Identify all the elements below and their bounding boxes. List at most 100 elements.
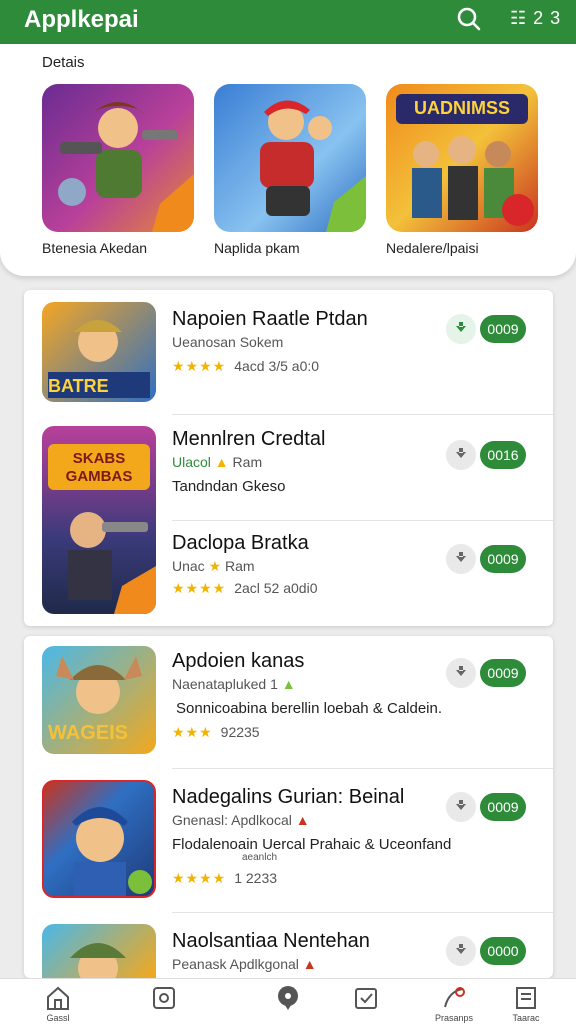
app-thumb-3[interactable]: WAGEIS: [42, 646, 156, 754]
app-rating: ★★★★ 4acd 3/5 a0:0: [172, 358, 319, 375]
download-arrow-icon: [456, 666, 466, 676]
profile-icon: [444, 987, 465, 1008]
featured-label-2[interactable]: Naplida pkam: [214, 240, 300, 256]
nav-profile[interactable]: Prasanps: [424, 985, 484, 1024]
app-subtitle: Ulacol ▲ Ram: [172, 454, 262, 470]
home-icon: [47, 986, 69, 1010]
download-button[interactable]: [446, 440, 476, 470]
nav-home[interactable]: Gassl: [28, 985, 88, 1024]
menu-button[interactable]: ☷ 2 3: [510, 8, 561, 29]
download-arrow-icon: [456, 322, 466, 332]
featured-title: Detais: [42, 54, 85, 71]
featured-art-2: [260, 100, 366, 232]
app-name[interactable]: Daclopa Bratka: [172, 532, 309, 555]
featured-art-1: [58, 102, 194, 232]
app-name[interactable]: Nadegalins Gurian: Beinal: [172, 786, 404, 809]
bottom-navigation: Gassl Prasanps Taarac: [0, 978, 576, 1024]
star-rating-icon: ★★★★: [172, 580, 227, 596]
price-button[interactable]: 0009: [480, 315, 526, 343]
app-name[interactable]: Apdoien kanas: [172, 650, 304, 673]
app-subtitle: Gnenasl: Apdlkocal ▲: [172, 812, 310, 828]
app-subtitle-text: Peanask Apdlkgonal: [172, 956, 299, 972]
download-button[interactable]: [446, 314, 476, 344]
app-art-4: [72, 807, 152, 896]
nav-label: Gassl: [46, 1013, 70, 1023]
download-arrow-icon: [456, 552, 466, 562]
menu-badge-count: 2 3: [533, 8, 562, 28]
app-rating-text: 2acl 52 a0di0: [234, 580, 318, 596]
featured-tile-2[interactable]: [214, 84, 366, 232]
app-name[interactable]: Mennlren Credtal: [172, 428, 325, 451]
games-icon: [153, 987, 175, 1009]
app-description: Flodalenoain Uercal Prahaic & Uceonfand: [172, 836, 452, 853]
nav-library[interactable]: Taarac: [496, 985, 556, 1024]
app-subtitle-text-2: Ram: [225, 558, 255, 574]
app-rating: ★★★★ 2acl 52 a0di0: [172, 580, 318, 597]
app-name[interactable]: Naolsantiaa Nentehan: [172, 930, 370, 953]
download-button[interactable]: [446, 792, 476, 822]
app-rating: ★★★ 92235: [172, 724, 260, 741]
download-arrow-icon: [456, 448, 466, 458]
price-button[interactable]: 0016: [480, 441, 526, 469]
app-rating-text: 4acd 3/5 a0:0: [234, 358, 320, 374]
app-thumb-1[interactable]: BATRE: [42, 302, 156, 402]
nav-location[interactable]: [258, 985, 318, 1024]
row-divider: [172, 520, 553, 521]
download-arrow-icon: [456, 944, 466, 954]
nav-label: Taarac: [512, 1013, 540, 1023]
app-subtitle-text: Ram: [232, 454, 263, 470]
app-description: Sonnicoabina berellin loebah & Caldein.: [176, 700, 443, 717]
badge-icon: ▲: [302, 956, 317, 972]
featured-section: Detais UADNIMSS Btenesia Akedan Naplida …: [0, 44, 576, 276]
featured-tile-3-title: UADNIMSS: [413, 98, 510, 118]
app-thumb-3-text: WAGEIS: [48, 722, 129, 744]
badge-icon: ▲: [295, 812, 310, 828]
price-button[interactable]: 0009: [480, 545, 526, 573]
app-subtitle-accent: Ulacol: [172, 454, 211, 470]
app-subtitle-text: Unac: [172, 558, 205, 574]
app-name[interactable]: Napoien Raatle Ptdan: [172, 308, 368, 331]
menu-icon: ☷: [510, 8, 528, 28]
app-subtitle: Peanask Apdlkgonal ▲: [172, 956, 317, 972]
row-divider: [172, 912, 553, 913]
nav-label: Prasanps: [434, 1013, 474, 1023]
star-rating-icon: ★★★★: [172, 358, 227, 374]
app-subtitle: Unac ★ Ram: [172, 558, 255, 575]
nav-games[interactable]: [134, 985, 194, 1024]
updates-icon: [355, 988, 377, 1009]
featured-label-1[interactable]: Btenesia Akedan: [42, 240, 147, 256]
badge-icon: ▲: [214, 454, 229, 470]
badge-icon: ★: [208, 558, 222, 574]
app-description: Tandndan Gkeso: [172, 478, 286, 495]
download-arrow-icon: [456, 800, 466, 810]
price-button[interactable]: 0000: [480, 937, 526, 965]
app-subtitle: Ueanosan Sokem: [172, 334, 284, 350]
app-thumb-2[interactable]: SKABS GAMBAS: [42, 426, 156, 614]
download-button[interactable]: [446, 658, 476, 688]
app-rating-text: 1 2233: [234, 870, 278, 886]
app-title: Applkepai: [24, 6, 139, 33]
star-rating-icon: ★★★: [172, 724, 213, 740]
nav-updates[interactable]: [336, 985, 396, 1024]
download-button[interactable]: [446, 544, 476, 574]
price-button[interactable]: 0009: [480, 659, 526, 687]
app-thumb-5[interactable]: [42, 924, 156, 978]
app-rating-text: 92235: [220, 724, 260, 740]
app-subtitle: Naenatapluked 1 ▲: [172, 676, 296, 692]
location-icon: [278, 986, 298, 1010]
download-button[interactable]: [446, 936, 476, 966]
featured-tile-1[interactable]: [42, 84, 194, 232]
app-subtitle-text: Gnenasl: Apdlkocal: [172, 812, 292, 828]
app-thumb-4[interactable]: [42, 780, 156, 898]
app-description-extra: aeanlch: [242, 852, 278, 863]
library-icon: [516, 987, 536, 1009]
search-icon[interactable]: [456, 6, 482, 32]
app-thumb-2-text: SKABS GAMBAS: [65, 450, 133, 485]
app-thumb-1-text: BATRE: [48, 376, 109, 396]
badge-icon: ▲: [281, 676, 296, 692]
featured-label-3[interactable]: Nedalere/lpaisi: [386, 240, 479, 256]
featured-tile-3[interactable]: UADNIMSS: [386, 84, 538, 232]
row-divider: [172, 768, 553, 769]
price-button[interactable]: 0009: [480, 793, 526, 821]
app-art-5: [70, 943, 126, 978]
